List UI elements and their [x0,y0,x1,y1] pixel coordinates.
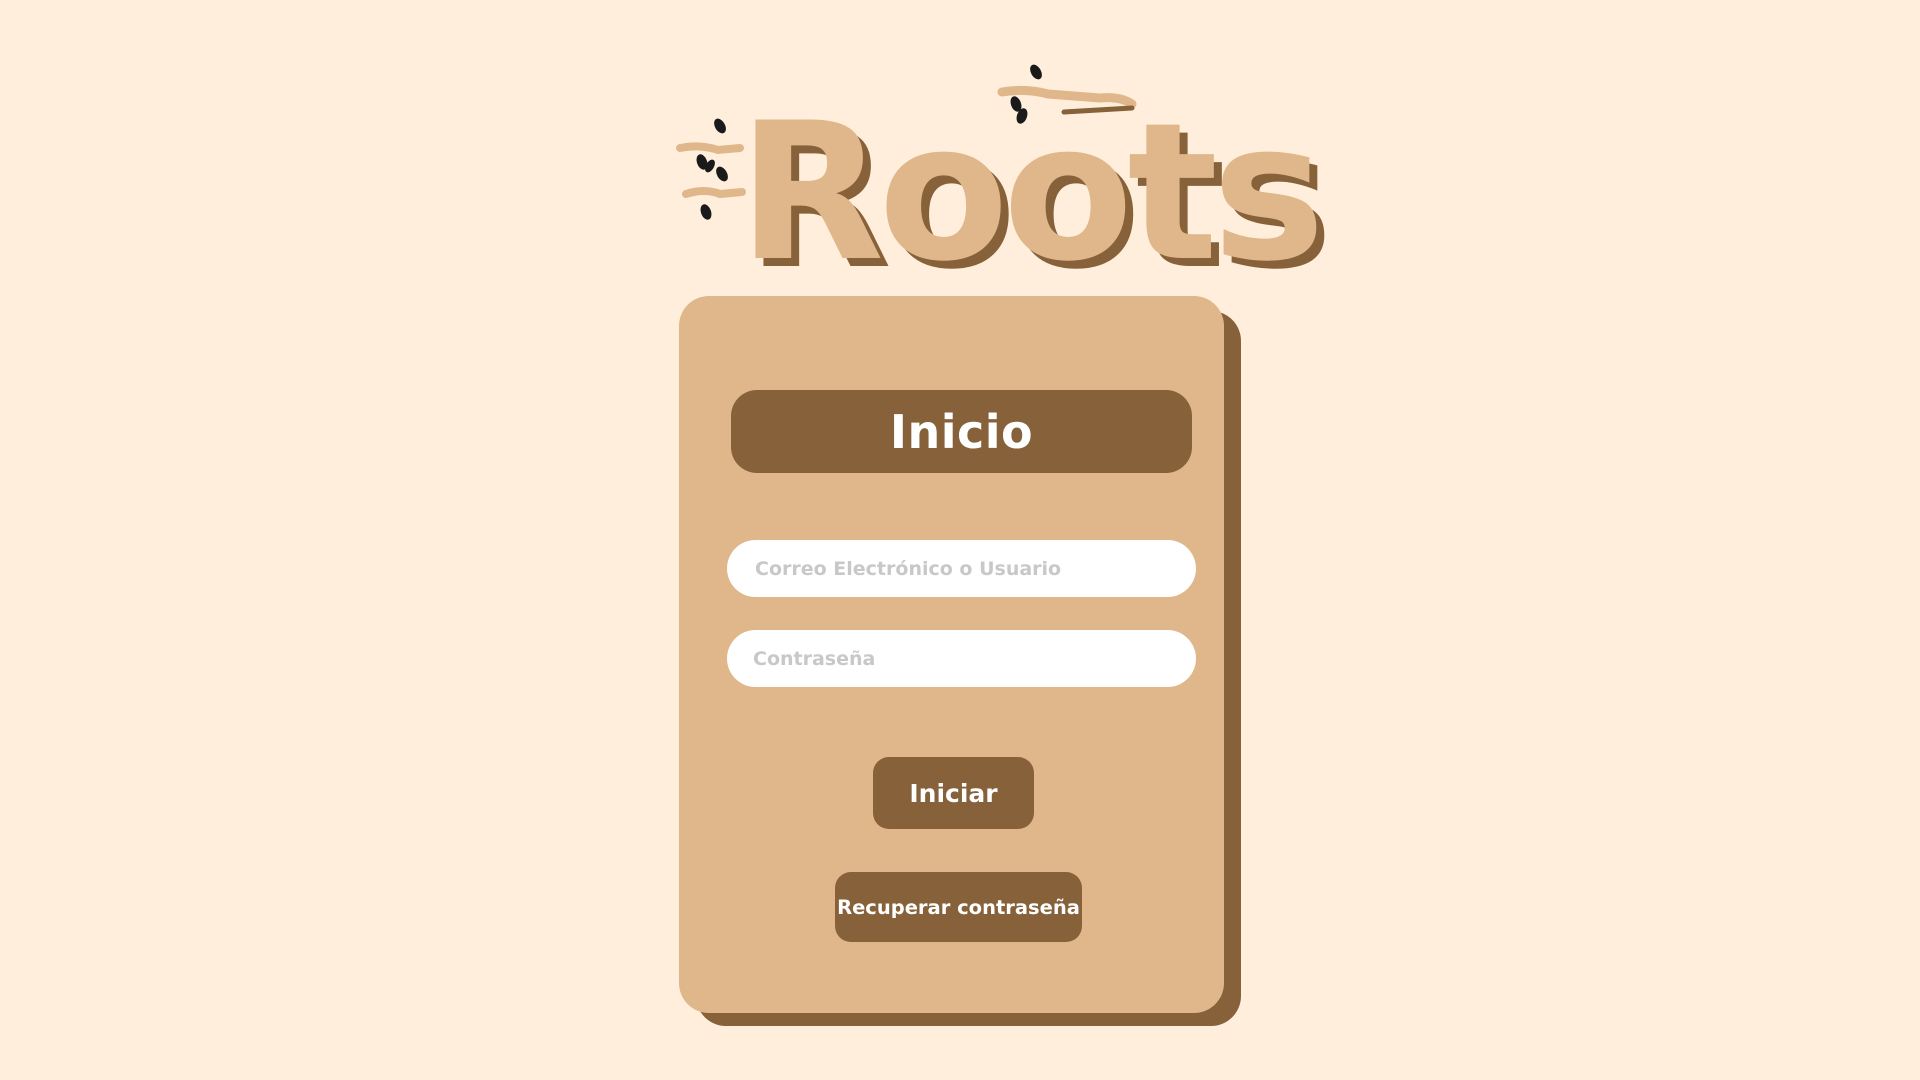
login-page: Roots Roots Inicio Correo Electrónico o … [0,0,1920,1080]
recover-password-button[interactable]: Recuperar contraseña [835,872,1082,942]
password-input[interactable] [727,630,1196,687]
login-button[interactable]: Iniciar [873,757,1034,829]
title-banner: Inicio [731,390,1192,473]
logo-text: Roots [738,82,1319,303]
login-card: Inicio Iniciar Recuperar contraseña [679,296,1224,1013]
email-username-input[interactable] [727,540,1196,597]
leaf-icon [696,118,728,220]
roots-logo: Roots Roots [676,48,1333,311]
page-title: Inicio [889,404,1034,459]
